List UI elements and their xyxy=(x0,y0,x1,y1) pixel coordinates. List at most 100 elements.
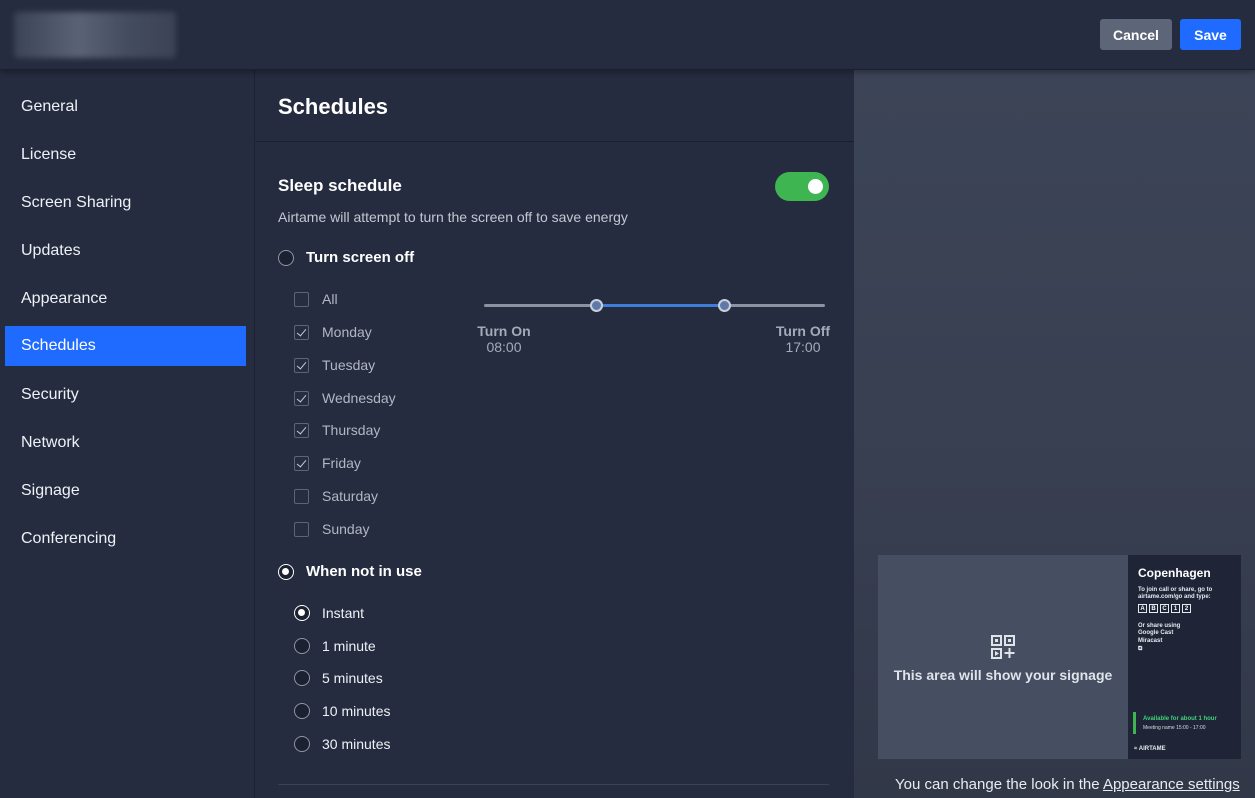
idle-10-minutes-radio[interactable] xyxy=(294,703,310,719)
day-label: Monday xyxy=(322,324,372,340)
preview-join-text-2: airtame.com/go and type: xyxy=(1138,594,1211,600)
turn-off-caption: Turn Off 17:00 xyxy=(769,323,837,355)
sidebar-item-general[interactable]: General xyxy=(5,87,246,127)
sidebar-item-updates[interactable]: Updates xyxy=(5,231,246,271)
day-all-checkbox[interactable] xyxy=(294,291,309,307)
idle-option-30-minutes[interactable]: 30 minutes xyxy=(294,736,390,752)
appearance-settings-link[interactable]: Appearance settings xyxy=(1103,776,1240,793)
when-not-in-use-label: When not in use xyxy=(306,563,422,580)
code-char: C xyxy=(1160,604,1169,613)
idle-option-10-minutes[interactable]: 10 minutes xyxy=(294,703,390,719)
idle-instant-radio[interactable] xyxy=(294,605,310,621)
panel-header: Schedules xyxy=(255,70,854,142)
idle-option-label: 1 minute xyxy=(322,638,376,654)
day-tuesday-checkbox[interactable] xyxy=(294,357,309,373)
save-button[interactable]: Save xyxy=(1180,19,1241,50)
time-range-selected xyxy=(597,304,725,307)
day-label: Saturday xyxy=(322,488,379,504)
day-label: Thursday xyxy=(322,422,381,438)
idle-option-5-minutes[interactable]: 5 minutes xyxy=(294,670,383,686)
sidebar-item-signage[interactable]: Signage xyxy=(5,471,246,511)
day-all[interactable]: All xyxy=(294,291,338,307)
turn-off-handle[interactable] xyxy=(718,299,731,312)
day-monday-checkbox[interactable] xyxy=(294,324,309,340)
preview-share-using: Or share using xyxy=(1138,623,1181,629)
turn-screen-off-label: Turn screen off xyxy=(306,249,415,266)
sidebar-item-appearance[interactable]: Appearance xyxy=(5,279,246,319)
idle-1-minute-radio[interactable] xyxy=(294,638,310,654)
day-wednesday-checkbox[interactable] xyxy=(294,390,309,406)
turn-screen-off-option[interactable]: Turn screen off xyxy=(278,249,414,266)
sleep-schedule-toggle[interactable] xyxy=(775,172,829,201)
turn-on-label: Turn On xyxy=(477,323,531,339)
code-char: A xyxy=(1138,604,1147,613)
sleep-schedule-title: Sleep schedule xyxy=(278,176,402,195)
device-name-logo-blurred xyxy=(14,12,176,58)
code-char: 2 xyxy=(1182,604,1191,613)
day-label: All xyxy=(322,291,338,307)
airtame-logo: ≈ AIRTAME xyxy=(1134,746,1166,752)
preview-miracast: Miracast xyxy=(1138,638,1163,644)
sidebar-item-conferencing[interactable]: Conferencing xyxy=(5,519,246,559)
sidebar-item-security[interactable]: Security xyxy=(5,375,246,415)
day-saturday-checkbox[interactable] xyxy=(294,488,309,504)
idle-30-minutes-radio[interactable] xyxy=(294,736,310,752)
idle-option-label: 5 minutes xyxy=(322,670,383,686)
sidebar-item-license[interactable]: License xyxy=(5,135,246,175)
sleep-schedule-description: Airtame will attempt to turn the screen … xyxy=(278,209,628,225)
day-friday-checkbox[interactable] xyxy=(294,455,309,471)
preview-join-text-1: To join call or share, go to xyxy=(1138,587,1213,593)
availability-text: Available for about 1 hour xyxy=(1143,716,1217,722)
day-tuesday[interactable]: Tuesday xyxy=(294,357,375,373)
section-divider xyxy=(278,784,829,785)
turn-off-time: 17:00 xyxy=(785,339,821,355)
preview-info-panel: Copenhagen To join call or share, go to … xyxy=(1128,555,1241,759)
day-sunday[interactable]: Sunday xyxy=(294,521,369,537)
settings-sidebar: General License Screen Sharing Updates A… xyxy=(0,70,255,798)
day-saturday[interactable]: Saturday xyxy=(294,488,378,504)
day-label: Sunday xyxy=(322,521,370,537)
signage-add-icon xyxy=(991,635,1015,659)
page-title: Schedules xyxy=(278,94,389,119)
turn-on-caption: Turn On 08:00 xyxy=(470,323,538,355)
cancel-button[interactable]: Cancel xyxy=(1100,19,1172,50)
day-thursday-checkbox[interactable] xyxy=(294,422,309,438)
idle-option-1-minute[interactable]: 1 minute xyxy=(294,638,376,654)
screen-preview: This area will show your signage Copenha… xyxy=(878,555,1241,759)
idle-option-label: 10 minutes xyxy=(322,703,391,719)
day-sunday-checkbox[interactable] xyxy=(294,521,309,537)
turn-on-handle[interactable] xyxy=(590,299,603,312)
signage-placeholder-text: This area will show your signage xyxy=(893,667,1113,683)
code-char: 1 xyxy=(1171,604,1180,613)
sidebar-item-schedules[interactable]: Schedules xyxy=(5,326,246,366)
appearance-footnote: You can change the look in the Appearanc… xyxy=(895,776,1240,793)
toggle-knob xyxy=(808,179,823,194)
turn-on-time: 08:00 xyxy=(486,339,522,355)
availability-bar xyxy=(1133,712,1136,734)
day-monday[interactable]: Monday xyxy=(294,324,372,340)
day-friday[interactable]: Friday xyxy=(294,455,361,471)
day-wednesday[interactable]: Wednesday xyxy=(294,390,396,406)
preview-google-cast: Google Cast xyxy=(1138,630,1174,636)
code-char: B xyxy=(1149,604,1158,613)
when-not-in-use-radio[interactable] xyxy=(278,563,294,580)
sidebar-item-screen-sharing[interactable]: Screen Sharing xyxy=(5,183,246,223)
turn-screen-off-radio[interactable] xyxy=(278,249,294,266)
footnote-text: You can change the look in the xyxy=(895,776,1103,793)
day-thursday[interactable]: Thursday xyxy=(294,422,380,438)
idle-option-label: 30 minutes xyxy=(322,736,391,752)
day-label: Wednesday xyxy=(322,390,396,406)
idle-5-minutes-radio[interactable] xyxy=(294,670,310,686)
preview-pane: This area will show your signage Copenha… xyxy=(854,70,1255,798)
schedules-panel: Schedules Sleep schedule Airtame will at… xyxy=(255,70,854,798)
turn-off-label: Turn Off xyxy=(775,323,831,339)
top-bar: Cancel Save xyxy=(0,0,1255,70)
when-not-in-use-option[interactable]: When not in use xyxy=(278,563,422,580)
sidebar-item-network[interactable]: Network xyxy=(5,423,246,463)
idle-option-instant[interactable]: Instant xyxy=(294,605,364,621)
day-label: Tuesday xyxy=(322,357,376,373)
signage-area: This area will show your signage xyxy=(878,555,1128,759)
meeting-text: Meeting name 15:00 - 17:00 xyxy=(1143,725,1206,731)
idle-option-label: Instant xyxy=(322,605,365,621)
cast-icon: ⧉ xyxy=(1138,646,1143,652)
